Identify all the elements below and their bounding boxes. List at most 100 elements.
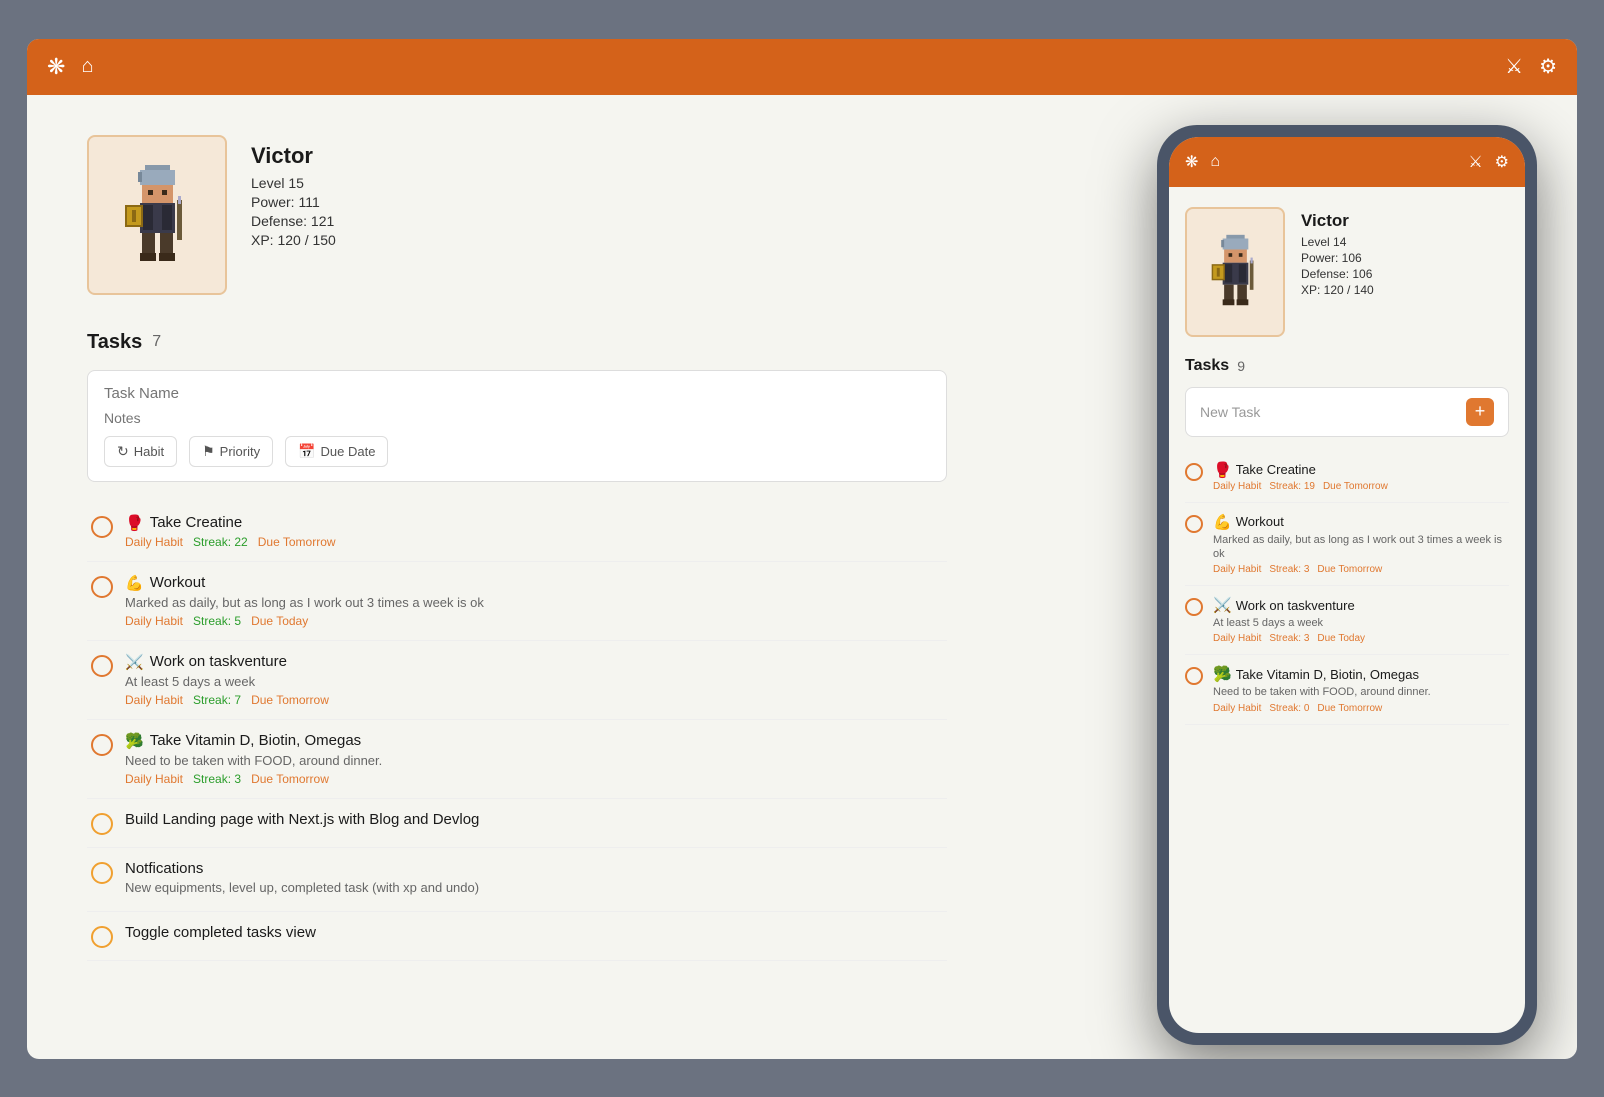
task-checkbox[interactable]: [91, 516, 113, 538]
task-checkbox[interactable]: [91, 655, 113, 677]
phone-nav-left: ❋ ⌂: [1185, 152, 1220, 172]
task-title-row: Build Landing page with Next.js with Blo…: [125, 811, 943, 828]
profile-level: Level 15: [251, 175, 336, 191]
streak-tag: Streak: 7: [193, 693, 241, 707]
character-sprite: [120, 160, 195, 270]
phone-task-meta: Daily Habit Streak: 19 Due Tomorrow: [1213, 481, 1509, 492]
phone-task-name: Workout: [1236, 514, 1284, 529]
phone-home-icon[interactable]: ⌂: [1210, 153, 1220, 171]
phone-task-item: 🥊 Take Creatine Daily Habit Streak: 19 D…: [1185, 451, 1509, 503]
phone-task-name: Work on taskventure: [1236, 598, 1355, 613]
task-emoji: 💪: [125, 574, 144, 592]
avatar: [87, 135, 227, 295]
phone-profile-name: Victor: [1301, 211, 1374, 231]
phone-task-checkbox[interactable]: [1185, 515, 1203, 533]
task-checkbox[interactable]: [91, 734, 113, 756]
due-tag: Due Tomorrow: [251, 693, 329, 707]
task-emoji: ⚔️: [125, 653, 144, 671]
phone-new-task-placeholder: New Task: [1200, 404, 1260, 420]
task-description: Marked as daily, but as long as I work o…: [125, 595, 943, 610]
main-content: Victor Level 15 Power: 111 Defense: 121 …: [27, 95, 1577, 1059]
phone-task-content: 💪 Workout Marked as daily, but as long a…: [1213, 513, 1509, 576]
phone-task-item: ⚔️ Work on taskventure At least 5 days a…: [1185, 586, 1509, 655]
profile-power: Power: 111: [251, 194, 336, 210]
task-name: Take Creatine: [150, 514, 243, 531]
top-nav: ❋ ⌂ ⚔ ⚙: [27, 39, 1577, 95]
due-date-button[interactable]: 📅 Due Date: [285, 436, 388, 467]
phone-nav: ❋ ⌂ ⚔ ⚙: [1169, 137, 1525, 187]
phone-task-description: Need to be taken with FOOD, around dinne…: [1213, 685, 1509, 699]
task-checkbox[interactable]: [91, 862, 113, 884]
task-description: New equipments, level up, completed task…: [125, 880, 943, 895]
task-checkbox[interactable]: [91, 813, 113, 835]
phone-task-content: 🥊 Take Creatine Daily Habit Streak: 19 D…: [1213, 461, 1509, 492]
phone-logo-icon: ❋: [1185, 152, 1198, 172]
phone-task-meta: Daily Habit Streak: 3 Due Today: [1213, 633, 1509, 644]
task-checkbox[interactable]: [91, 576, 113, 598]
phone-task-checkbox[interactable]: [1185, 667, 1203, 685]
task-item: 🥦 Take Vitamin D, Biotin, Omegas Need to…: [87, 720, 947, 799]
phone-add-button[interactable]: +: [1466, 398, 1494, 426]
mobile-phone-overlay: ❋ ⌂ ⚔ ⚙: [1157, 125, 1537, 1045]
task-name-input[interactable]: [104, 385, 930, 402]
phone-settings-icon[interactable]: ⚙: [1495, 152, 1509, 172]
phone-task-name: Take Creatine: [1236, 462, 1316, 477]
phone-habit-tag: Daily Habit: [1213, 703, 1261, 714]
phone-task-checkbox[interactable]: [1185, 598, 1203, 616]
phone-task-title-row: ⚔️ Work on taskventure: [1213, 596, 1509, 614]
phone-character-sprite: [1208, 229, 1263, 314]
task-content: Build Landing page with Next.js with Blo…: [125, 811, 943, 831]
task-item: 🥊 Take Creatine Daily Habit Streak: 22 D…: [87, 502, 947, 562]
tasks-count: 7: [152, 333, 161, 351]
task-item: Toggle completed tasks view: [87, 912, 947, 961]
home-nav-icon[interactable]: ⌂: [81, 55, 93, 78]
phone-task-emoji: 💪: [1213, 513, 1232, 531]
phone-profile: Victor Level 14 Power: 106 Defense: 106 …: [1185, 207, 1509, 337]
phone-task-title-row: 🥊 Take Creatine: [1213, 461, 1509, 479]
phone-habit-tag: Daily Habit: [1213, 564, 1261, 575]
phone-sword-icon[interactable]: ⚔: [1468, 152, 1482, 172]
priority-icon: ⚑: [202, 443, 215, 460]
task-name: Notfications: [125, 860, 203, 877]
task-input-area: ↻ Habit ⚑ Priority 📅 Due Date: [87, 370, 947, 482]
task-title-row: 🥦 Take Vitamin D, Biotin, Omegas: [125, 732, 943, 750]
task-notes-input[interactable]: [104, 410, 930, 426]
phone-task-emoji: ⚔️: [1213, 596, 1232, 614]
phone-task-title-row: 🥦 Take Vitamin D, Biotin, Omegas: [1213, 665, 1509, 683]
task-content: Notfications New equipments, level up, c…: [125, 860, 943, 899]
task-action-buttons: ↻ Habit ⚑ Priority 📅 Due Date: [104, 436, 930, 467]
phone-task-content: 🥦 Take Vitamin D, Biotin, Omegas Need to…: [1213, 665, 1509, 713]
task-item: Build Landing page with Next.js with Blo…: [87, 799, 947, 848]
phone-new-task-input[interactable]: New Task +: [1185, 387, 1509, 437]
phone-habit-tag: Daily Habit: [1213, 481, 1261, 492]
tasks-header: Tasks 7: [87, 331, 947, 354]
phone-task-meta: Daily Habit Streak: 3 Due Tomorrow: [1213, 564, 1509, 575]
phone-profile-level: Level 14: [1301, 235, 1374, 249]
task-title-row: 🥊 Take Creatine: [125, 514, 943, 532]
sword-nav-icon[interactable]: ⚔: [1505, 54, 1523, 79]
task-checkbox[interactable]: [91, 926, 113, 948]
task-name: Work on taskventure: [150, 653, 287, 670]
habit-tag: Daily Habit: [125, 535, 183, 549]
phone-content: Victor Level 14 Power: 106 Defense: 106 …: [1169, 187, 1525, 1033]
phone-profile-info: Victor Level 14 Power: 106 Defense: 106 …: [1301, 207, 1374, 337]
phone-task-list: 🥊 Take Creatine Daily Habit Streak: 19 D…: [1185, 451, 1509, 725]
priority-button[interactable]: ⚑ Priority: [189, 436, 273, 467]
habit-button[interactable]: ↻ Habit: [104, 436, 177, 467]
profile-defense: Defense: 121: [251, 213, 336, 229]
due-tag: Due Tomorrow: [258, 535, 336, 549]
profile-info: Victor Level 15 Power: 111 Defense: 121 …: [251, 135, 336, 251]
profile-name: Victor: [251, 143, 336, 169]
phone-task-description: At least 5 days a week: [1213, 616, 1509, 630]
task-item: Notfications New equipments, level up, c…: [87, 848, 947, 912]
phone-streak-tag: Streak: 3: [1269, 633, 1309, 644]
habit-tag: Daily Habit: [125, 693, 183, 707]
nav-left: ❋ ⌂: [47, 54, 94, 80]
phone-task-checkbox[interactable]: [1185, 463, 1203, 481]
task-title-row: ⚔️ Work on taskventure: [125, 653, 943, 671]
phone-task-name: Take Vitamin D, Biotin, Omegas: [1236, 667, 1419, 682]
settings-nav-icon[interactable]: ⚙: [1539, 54, 1557, 79]
task-name: Workout: [150, 574, 206, 591]
phone-task-emoji: 🥦: [1213, 665, 1232, 683]
task-emoji: 🥦: [125, 732, 144, 750]
